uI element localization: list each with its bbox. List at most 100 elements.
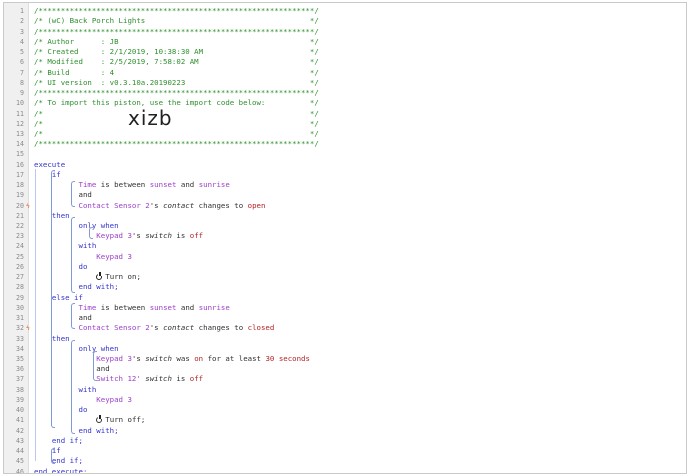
- code-text: if: [51, 446, 61, 456]
- line-number: 29: [16, 293, 24, 302]
- code-line: 33 then: [4, 334, 686, 344]
- code-line: 11 /* */: [4, 109, 686, 119]
- code-line: 28 end with;: [4, 282, 686, 292]
- line-number: 26: [16, 262, 24, 271]
- line-number: 44: [16, 447, 24, 456]
- code-line: 9 /**************************************…: [4, 88, 686, 98]
- code-text: execute: [34, 159, 66, 169]
- code-text: /* Modified : 2/5/2019, 7:58:02 AM */: [34, 57, 319, 67]
- code-line: 18 Time is between sunset and sunrise: [4, 180, 686, 190]
- code-line: 20 ϟ Contact Sensor 2's contact changes t…: [4, 201, 686, 211]
- code-text: end with;: [78, 425, 119, 435]
- line-number: 35: [16, 355, 24, 364]
- line-number: 30: [16, 303, 24, 312]
- trigger-bolt-icon: ϟ: [26, 201, 30, 210]
- line-number: 28: [16, 283, 24, 292]
- code-text: /* */: [34, 128, 319, 138]
- line-number: 13: [16, 129, 24, 138]
- line-number: 16: [16, 160, 24, 169]
- code-text: end if;: [51, 435, 83, 445]
- code-text: /* */: [34, 108, 319, 118]
- code-editor[interactable]: 1 /**************************************…: [3, 2, 687, 474]
- code-text: Switch 12' switch is off: [96, 374, 204, 384]
- code-line: 32 ϟ Contact Sensor 2's contact changes t…: [4, 323, 686, 333]
- code-line: 3 /**************************************…: [4, 27, 686, 37]
- code-line: 6 /* Modified : 2/5/2019, 7:58:02 AM */: [4, 57, 686, 67]
- line-number: 25: [16, 252, 24, 261]
- code-line: 21 then: [4, 211, 686, 221]
- code-line: 13 /* */: [4, 129, 686, 139]
- line-number: 9: [20, 89, 24, 98]
- line-number: 39: [16, 395, 24, 404]
- line-number: 31: [16, 314, 24, 323]
- code-text: else if: [51, 292, 83, 302]
- code-line: 44 if: [4, 446, 686, 456]
- code-text: /* Build : 4 */: [34, 67, 319, 77]
- line-number: 23: [16, 232, 24, 241]
- execute-guide: [35, 169, 36, 461]
- code-line: 19 and: [4, 190, 686, 200]
- then-bracket-2: [71, 340, 75, 434]
- code-line: 40 do: [4, 405, 686, 415]
- code-text: Keypad 3's switch is off: [96, 231, 204, 241]
- code-line: 23 Keypad 3's switch is off: [4, 231, 686, 241]
- code-text: /***************************************…: [34, 6, 319, 16]
- code-line: 41 Turn off;: [4, 415, 686, 425]
- code-line: 15: [4, 149, 686, 159]
- line-number: 12: [16, 119, 24, 128]
- trigger-bolt-icon: ϟ: [26, 324, 30, 333]
- code-text: do: [78, 261, 88, 271]
- code-text: Keypad 3's switch was on for at least 30…: [96, 354, 310, 364]
- line-number: 46: [16, 467, 24, 474]
- code-text: /* UI version : v0.3.10a.20190223 */: [34, 77, 319, 87]
- line-number: 21: [16, 211, 24, 220]
- import-code: xizb: [128, 106, 173, 130]
- condition-bracket-1: [71, 181, 75, 207]
- line-number: 3: [20, 27, 24, 36]
- code-line: 30 Time is between sunset and sunrise: [4, 303, 686, 313]
- code-line: 16 execute: [4, 160, 686, 170]
- code-line: 25 Keypad 3: [4, 252, 686, 262]
- code-line: 10 /* To import this piston, use the impo…: [4, 98, 686, 108]
- code-text: Keypad 3: [96, 394, 132, 404]
- onlywhen-bracket-2: [93, 351, 97, 381]
- code-line: 26 do: [4, 262, 686, 272]
- code-text: Keypad 3: [96, 251, 132, 261]
- code-line: 46 end execute;: [4, 467, 686, 474]
- onlywhen-bracket-1: [89, 227, 93, 239]
- code-line: 8 /* UI version : v0.3.10a.20190223 */: [4, 78, 686, 88]
- line-number: 19: [16, 191, 24, 200]
- code-text: do: [78, 405, 88, 415]
- line-number: 40: [16, 406, 24, 415]
- code-line: 2 /* (wC) Back Porch Lights */: [4, 16, 686, 26]
- code-line: 27 Turn on;: [4, 272, 686, 282]
- code-line: 38 with: [4, 385, 686, 395]
- line-number: 32: [16, 324, 24, 333]
- code-line: 39 Keypad 3: [4, 395, 686, 405]
- code-text: and: [78, 190, 92, 200]
- code-text: /***************************************…: [34, 26, 319, 36]
- code-text: /* */: [34, 118, 319, 128]
- code-text: and: [78, 313, 92, 323]
- line-number: 45: [16, 457, 24, 466]
- code-line: 1 /**************************************…: [4, 6, 686, 16]
- code-line: 24 with: [4, 241, 686, 251]
- line-number: 2: [20, 17, 24, 26]
- code-line: 22 only when: [4, 221, 686, 231]
- code-text: /* To import this piston, use the import…: [34, 98, 319, 108]
- line-number: 22: [16, 222, 24, 231]
- line-number: 14: [16, 140, 24, 149]
- line-number: 7: [20, 68, 24, 77]
- line-number: 37: [16, 375, 24, 384]
- line-number: 38: [16, 385, 24, 394]
- line-number: 10: [16, 99, 24, 108]
- if-bracket-2: [51, 448, 55, 464]
- code-line: 4 /* Author : JB */: [4, 37, 686, 47]
- code-text: /* Author : JB */: [34, 36, 319, 46]
- line-number: 6: [20, 58, 24, 67]
- code-text: /***************************************…: [34, 139, 319, 149]
- code-line: 43 end if;: [4, 436, 686, 446]
- code-line: 17 if: [4, 170, 686, 180]
- line-number: 42: [16, 426, 24, 435]
- code-text: /* Created : 2/1/2019, 10:38:30 AM */: [34, 47, 319, 57]
